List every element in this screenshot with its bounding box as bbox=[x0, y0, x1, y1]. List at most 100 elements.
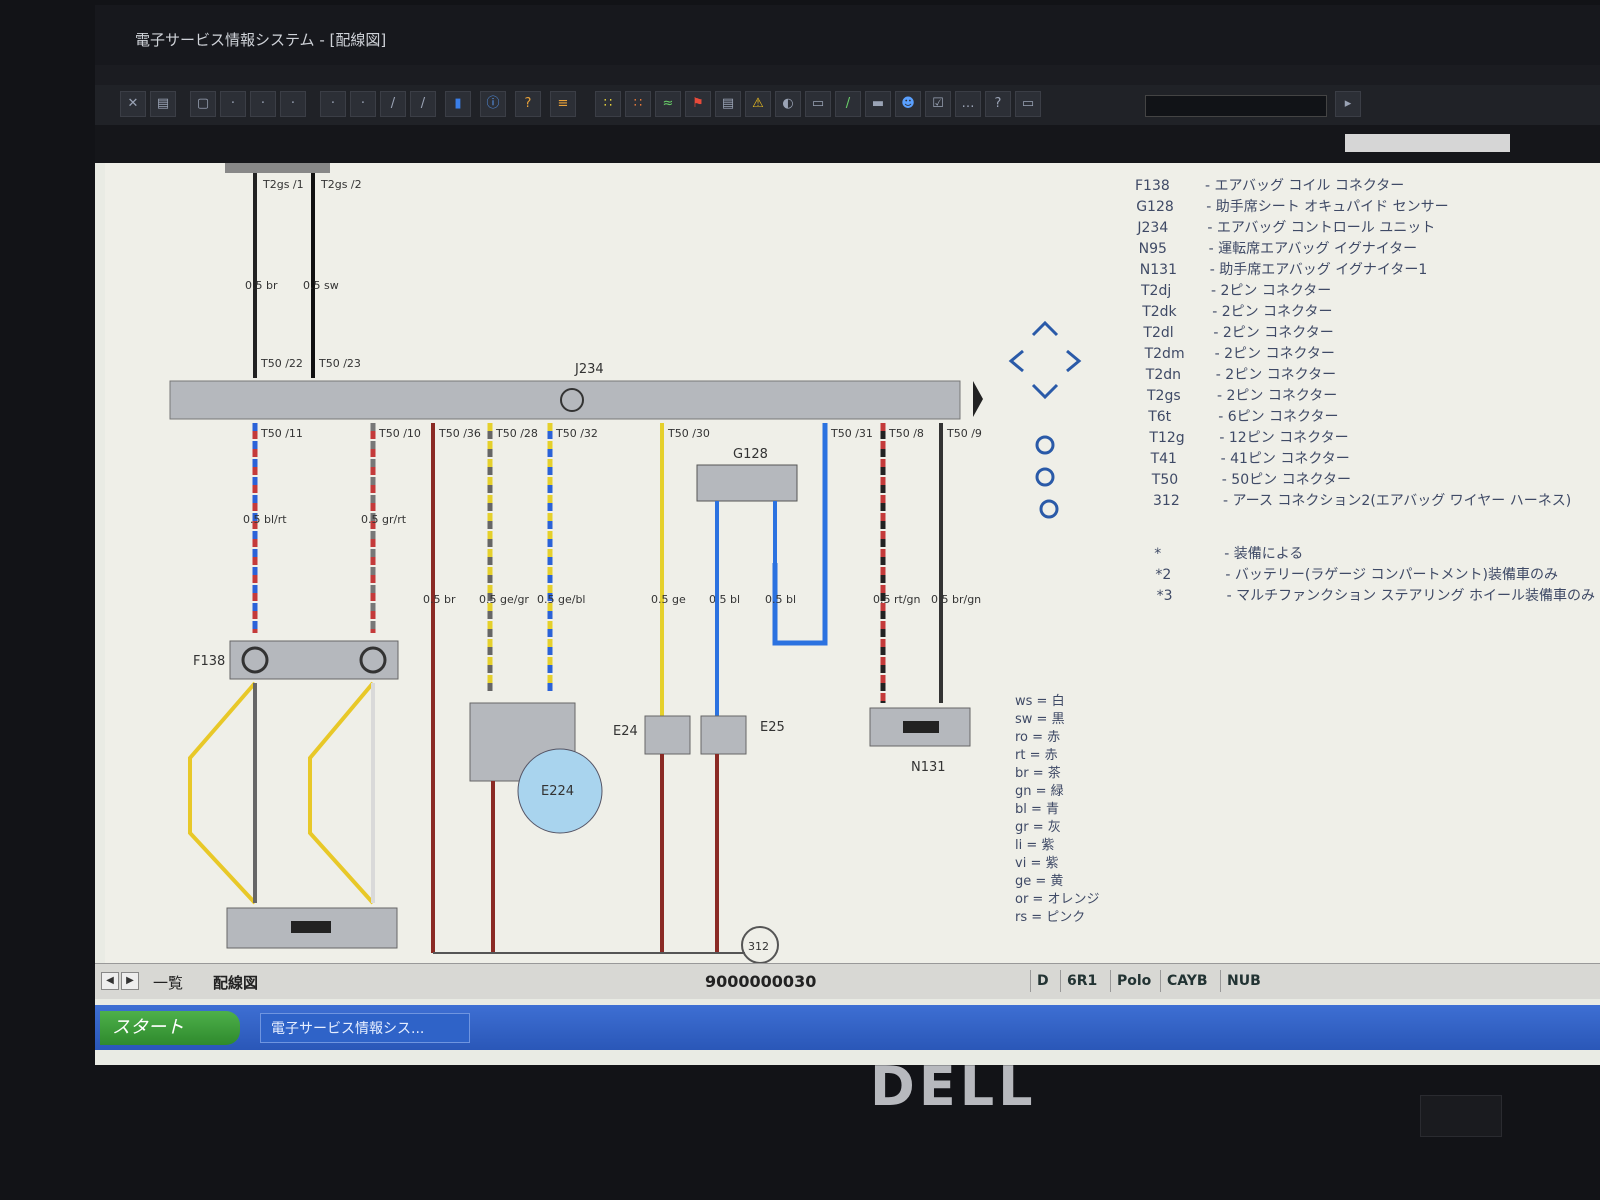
grid-icon[interactable]: ∷ bbox=[595, 91, 621, 117]
top-connector bbox=[225, 163, 330, 173]
color-legend-item: bl = 青 bbox=[1015, 802, 1060, 817]
search-button[interactable]: ▸ bbox=[1335, 91, 1361, 117]
prev-tab-icon[interactable]: ◀ bbox=[101, 972, 119, 990]
bookmark-icon[interactable]: ▮ bbox=[445, 91, 471, 117]
start-button[interactable]: スタート bbox=[100, 1011, 240, 1045]
pin-label: T50 /9 bbox=[946, 427, 982, 440]
pin-label: T50 /36 bbox=[438, 427, 481, 440]
next-tab-icon[interactable]: ▶ bbox=[121, 972, 139, 990]
color-legend-item: ws = 白 bbox=[1015, 694, 1065, 709]
pin-label: T50 /31 bbox=[830, 427, 873, 440]
component-label: E24 bbox=[613, 724, 638, 739]
tab-wiring[interactable]: 配線図 bbox=[213, 972, 258, 993]
legend-item: *2 - バッテリー(ラゲージ コンパートメント)装備車のみ bbox=[1155, 564, 1558, 584]
component-label: E224 bbox=[541, 784, 574, 799]
legend-desc: - 50ピン コネクター bbox=[1221, 472, 1352, 488]
window-title: 電子サービス情報システム - [配線図] bbox=[135, 31, 387, 49]
color-legend-item: br = 茶 bbox=[1015, 766, 1061, 781]
taskbar-app[interactable]: 電子サービス情報シス... bbox=[260, 1013, 470, 1043]
pin-label: T50 /32 bbox=[555, 427, 598, 440]
tool-icon[interactable]: · bbox=[320, 91, 346, 117]
breadcrumb-bar bbox=[95, 125, 1600, 163]
legend-code: T2dn bbox=[1145, 367, 1182, 383]
warning-icon[interactable]: ⚠ bbox=[745, 91, 771, 117]
tool-icon[interactable]: ▭ bbox=[1015, 91, 1041, 117]
legend-code: T2dj bbox=[1141, 283, 1172, 299]
page-icon[interactable]: ▢ bbox=[190, 91, 216, 117]
zoom-out-icon[interactable] bbox=[1039, 499, 1059, 519]
flag-icon[interactable]: ⚑ bbox=[685, 91, 711, 117]
tool-icon[interactable]: · bbox=[280, 91, 306, 117]
tool-icon[interactable]: ▤ bbox=[150, 91, 176, 117]
pan-left-icon[interactable] bbox=[1008, 349, 1024, 373]
legend-desc: - 2ピン コネクター bbox=[1214, 346, 1335, 362]
legend-desc: - 2ピン コネクター bbox=[1211, 283, 1332, 299]
search-input[interactable] bbox=[1145, 95, 1327, 117]
info-icon[interactable]: ⓘ bbox=[480, 91, 506, 117]
legend-code: N95 bbox=[1138, 241, 1167, 257]
legend-item: T2gs - 2ピン コネクター bbox=[1147, 385, 1337, 405]
color-legend-item: ro = 赤 bbox=[1015, 730, 1061, 745]
tab-bar: ◀ ▶ 一覧 配線図 9000000030 D 6R1 Polo CAYB NU… bbox=[95, 963, 1600, 999]
tool-icon[interactable]: ≡ bbox=[550, 91, 576, 117]
legend-item: * - 装備による bbox=[1154, 543, 1303, 563]
legend-desc: - 助手席シート オキュパイド センサー bbox=[1206, 199, 1449, 215]
legend-code: T41 bbox=[1150, 451, 1177, 467]
legend-desc: - バッテリー(ラゲージ コンパートメント)装備車のみ bbox=[1225, 567, 1558, 583]
help-icon[interactable]: ? bbox=[985, 91, 1011, 117]
pin-label: T2gs /1 bbox=[262, 178, 304, 191]
tool-icon[interactable]: … bbox=[955, 91, 981, 117]
legend-code: T12g bbox=[1149, 430, 1185, 446]
legend-code: N131 bbox=[1139, 262, 1177, 278]
wire-label: 0.5 ge bbox=[651, 593, 686, 606]
legend-desc: - 助手席エアバッグ イグナイター1 bbox=[1209, 262, 1428, 278]
component-label: F138 bbox=[193, 654, 225, 669]
pin-label: T50 /8 bbox=[888, 427, 924, 440]
legend-desc: - 6ピン コネクター bbox=[1218, 409, 1339, 425]
legend-item: T2dk - 2ピン コネクター bbox=[1142, 301, 1332, 321]
wire-label: 0.5 ge/gr bbox=[479, 593, 529, 606]
legend-code: *2 bbox=[1155, 567, 1172, 583]
pen-icon[interactable]: / bbox=[380, 91, 406, 117]
pan-right-icon[interactable] bbox=[1066, 349, 1082, 373]
wire bbox=[308, 681, 375, 905]
legend-item: N131 - 助手席エアバッグ イグナイター1 bbox=[1140, 259, 1427, 279]
pen-icon[interactable]: / bbox=[410, 91, 436, 117]
color-legend-item: rt = 赤 bbox=[1015, 748, 1058, 763]
legend-desc: - エアバッグ コイル コネクター bbox=[1205, 178, 1405, 194]
color-legend-item: sw = 黒 bbox=[1015, 712, 1065, 727]
wire-label: 0.5 sw bbox=[303, 279, 339, 292]
status-cell: NUB bbox=[1220, 970, 1267, 992]
tool-icon[interactable]: ▭ bbox=[805, 91, 831, 117]
legend-code: * bbox=[1154, 546, 1162, 562]
legend-item: T2dm - 2ピン コネクター bbox=[1145, 343, 1335, 363]
tab-list[interactable]: 一覧 bbox=[153, 972, 183, 993]
tool-icon[interactable]: ◐ bbox=[775, 91, 801, 117]
wire-label: 0.5 br/gn bbox=[931, 593, 981, 606]
legend-desc: - 41ピン コネクター bbox=[1220, 451, 1350, 467]
person-icon[interactable]: ☻ bbox=[895, 91, 921, 117]
pen-icon[interactable]: / bbox=[835, 91, 861, 117]
tool-icon[interactable]: · bbox=[350, 91, 376, 117]
zoom-in-icon[interactable] bbox=[1035, 435, 1055, 455]
pan-up-icon[interactable] bbox=[1031, 320, 1059, 337]
legend-item: N95 - 運転席エアバッグ イグナイター bbox=[1139, 238, 1418, 258]
tool-icon[interactable]: · bbox=[250, 91, 276, 117]
zoom-fit-icon[interactable] bbox=[1035, 467, 1055, 487]
tool-icon[interactable]: ✕ bbox=[120, 91, 146, 117]
wire bbox=[188, 681, 257, 905]
document-icon[interactable]: ▤ bbox=[715, 91, 741, 117]
tool-icon[interactable]: · bbox=[220, 91, 246, 117]
dropdown-select[interactable] bbox=[1345, 134, 1510, 152]
check-icon[interactable]: ☑ bbox=[925, 91, 951, 117]
diagram-canvas: T2gs /1 T2gs /2 0.5 br 0.5 sw T50 /22 T5… bbox=[169, 163, 1082, 964]
legend-item: T6t - 6ピン コネクター bbox=[1148, 406, 1338, 426]
legend-desc: - 2ピン コネクター bbox=[1217, 388, 1338, 404]
component-label: J234 bbox=[574, 362, 604, 377]
pan-down-icon[interactable] bbox=[1031, 383, 1059, 400]
tool-icon[interactable]: ≈ bbox=[655, 91, 681, 117]
tool-icon[interactable]: ▬ bbox=[865, 91, 891, 117]
color-legend-item: ge = 黄 bbox=[1015, 874, 1064, 889]
help-icon[interactable]: ? bbox=[515, 91, 541, 117]
grid-icon[interactable]: ∷ bbox=[625, 91, 651, 117]
